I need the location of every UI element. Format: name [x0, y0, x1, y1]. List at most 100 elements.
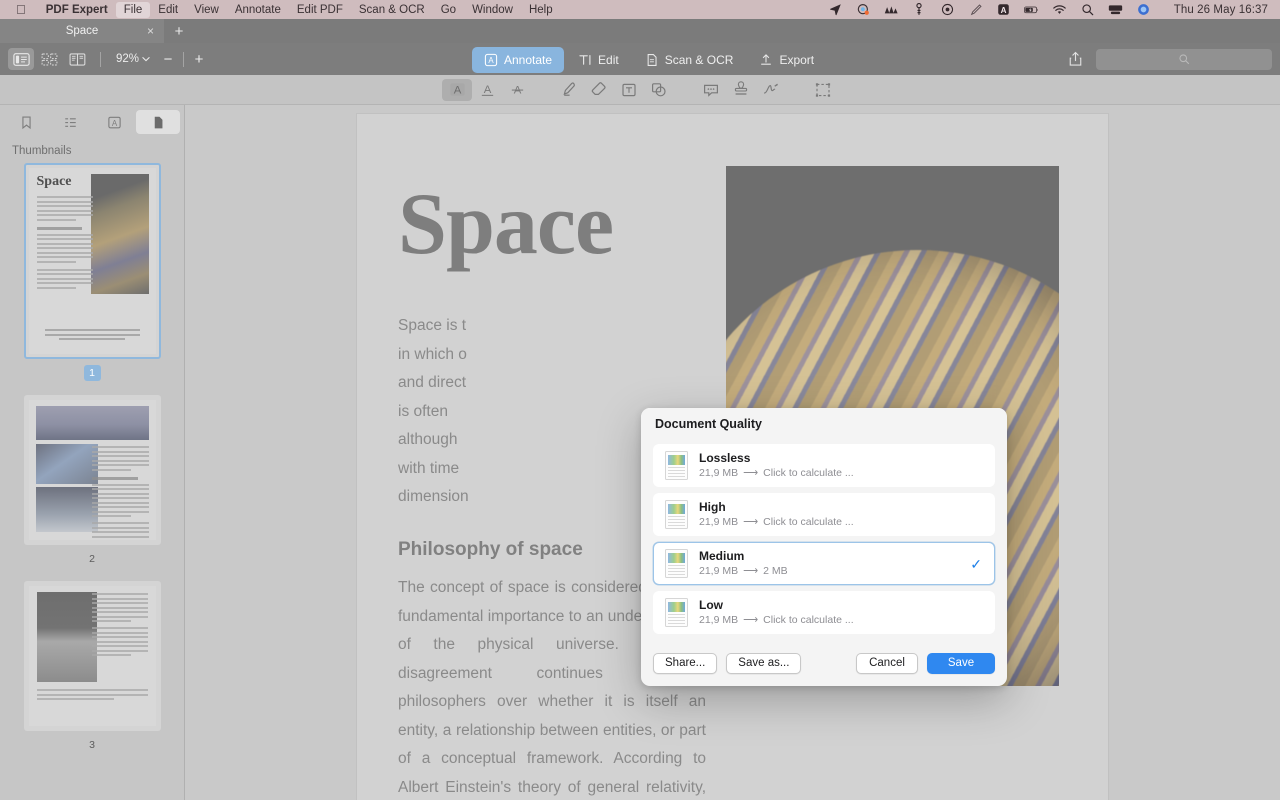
menu-item-scan-ocr[interactable]: Scan & OCR: [351, 2, 433, 18]
sidebar-item-bookmarks[interactable]: [4, 110, 48, 134]
export-icon: [759, 53, 773, 67]
highlight-text-icon[interactable]: A: [442, 78, 472, 101]
intro-line: and direct: [398, 374, 467, 391]
document-canvas[interactable]: Space Space is t in which o and direct i…: [185, 105, 1280, 800]
mode-tab-scan-ocr[interactable]: Scan & OCR: [633, 47, 746, 73]
page-thumbnail-3[interactable]: [23, 581, 161, 731]
list-item[interactable]: Space 1: [0, 163, 184, 391]
sidebar-toggle-icon[interactable]: [8, 48, 34, 70]
sidebar-item-outline[interactable]: [48, 110, 92, 134]
mode-tab-label: Export: [779, 53, 815, 67]
quality-option-text: Lossless 21,9 MB ⟶ Click to calculate ..…: [699, 451, 854, 480]
list-item[interactable]: 2: [0, 395, 184, 577]
cancel-button[interactable]: Cancel: [856, 652, 918, 674]
quality-option-lossless[interactable]: Lossless 21,9 MB ⟶ Click to calculate ..…: [653, 444, 995, 487]
intro-line: in which o: [398, 345, 467, 363]
split-view-icon[interactable]: [64, 48, 90, 70]
underline-text-icon[interactable]: A: [472, 79, 502, 101]
stamp-icon[interactable]: [726, 79, 756, 101]
letter-a-icon[interactable]: A: [996, 2, 1011, 17]
page-thumbnail-2[interactable]: [23, 395, 161, 545]
shapes-icon[interactable]: [644, 79, 674, 101]
thumbnail-grid-icon[interactable]: [36, 48, 62, 70]
pen-icon[interactable]: [968, 2, 983, 17]
search-input[interactable]: [1096, 48, 1272, 70]
size-to[interactable]: Click to calculate ...: [763, 466, 853, 480]
menu-item-pdf-expert[interactable]: PDF Expert: [38, 2, 116, 18]
menu-item-annotate[interactable]: Annotate: [227, 2, 289, 18]
document-scan-icon: [645, 53, 659, 67]
mountains-icon[interactable]: [884, 2, 899, 17]
size-to[interactable]: Click to calculate ...: [763, 613, 853, 627]
document-tab-space[interactable]: Space ×: [0, 19, 164, 43]
menu-item-view[interactable]: View: [186, 2, 227, 18]
apple-menu-icon[interactable]: : [16, 3, 26, 16]
zoom-level-dropdown[interactable]: 92%: [111, 51, 155, 67]
annotation-toolbar: A A A: [0, 75, 1280, 105]
sidebar-item-thumbnails[interactable]: [136, 110, 180, 134]
mode-tab-edit[interactable]: Edit: [566, 47, 631, 73]
siri-icon[interactable]: [1136, 2, 1151, 17]
key-icon[interactable]: [912, 2, 927, 17]
mode-tab-export[interactable]: Export: [747, 47, 826, 73]
zoom-in-button[interactable]: +: [188, 48, 210, 70]
thumbnail-title: Space: [36, 174, 72, 189]
marker-pen-icon[interactable]: [554, 79, 584, 101]
size-to[interactable]: Click to calculate ...: [763, 515, 853, 529]
thumbnail-text-column: [91, 593, 148, 659]
page-number-badge: 3: [89, 739, 95, 751]
menu-item-go[interactable]: Go: [433, 2, 464, 18]
quality-option-low[interactable]: Low 21,9 MB ⟶ Click to calculate ...: [653, 591, 995, 634]
text-box-icon[interactable]: [614, 79, 644, 101]
strikethrough-text-icon[interactable]: A: [502, 79, 532, 101]
comment-icon[interactable]: [696, 79, 726, 101]
insert-group: [696, 79, 786, 101]
size-from: 21,9 MB: [699, 467, 739, 479]
share-icon[interactable]: [1062, 48, 1088, 70]
wifi-icon[interactable]: [1052, 2, 1067, 17]
record-icon[interactable]: [940, 2, 955, 17]
mode-tab-annotate[interactable]: A Annotate: [472, 47, 565, 73]
menu-item-edit-pdf[interactable]: Edit PDF: [289, 2, 351, 18]
thumbnail-planet-image: [90, 174, 149, 294]
quality-option-medium[interactable]: Medium 21,9 MB ⟶ 2 MB ✓: [653, 542, 995, 585]
battery-icon[interactable]: [1023, 2, 1039, 17]
signature-icon[interactable]: [756, 79, 786, 101]
sidebar-tabs: A: [0, 105, 184, 139]
menu-item-help[interactable]: Help: [521, 2, 561, 18]
menubar-clock[interactable]: Thu 26 May 16:37: [1174, 4, 1268, 16]
colorful-circle-icon[interactable]: [856, 2, 871, 17]
menu-item-window[interactable]: Window: [464, 2, 521, 18]
new-tab-button[interactable]: +: [164, 19, 194, 43]
main-toolbar: 92% − + A Annotate Edit Scan & OCR Expor…: [0, 43, 1280, 75]
list-item[interactable]: 3: [0, 581, 184, 763]
quality-option-high[interactable]: High 21,9 MB ⟶ Click to calculate ...: [653, 493, 995, 536]
sidebar-title: Thumbnails: [12, 145, 72, 157]
thumbnail-caption: [44, 329, 140, 340]
close-icon[interactable]: ×: [147, 25, 154, 37]
page-thumbnail-1[interactable]: Space: [23, 163, 161, 359]
drawing-group: [554, 79, 674, 101]
application-window:  PDF Expert File Edit View Annotate Edi…: [0, 0, 1280, 800]
save-as-button[interactable]: Save as...: [726, 652, 802, 674]
thumbnail-art: [28, 400, 156, 540]
location-arrow-icon[interactable]: [828, 2, 843, 17]
sidebar-item-annotations[interactable]: A: [92, 110, 136, 134]
quality-name: Low: [699, 598, 723, 612]
search-icon[interactable]: [1080, 2, 1095, 17]
save-button[interactable]: Save: [927, 652, 995, 674]
eraser-icon[interactable]: [584, 79, 614, 101]
menu-item-edit[interactable]: Edit: [150, 2, 186, 18]
text-markup-group: A A A: [442, 78, 532, 101]
checkmark-icon: ✓: [970, 555, 982, 572]
thumbnail-text-column: [36, 196, 93, 291]
display-icon[interactable]: [1108, 2, 1123, 17]
share-button[interactable]: Share...: [653, 652, 718, 674]
arrow-icon: ⟶: [743, 516, 759, 528]
thumbnail-clouds-image: [35, 487, 98, 532]
zoom-out-button[interactable]: −: [157, 48, 179, 70]
page-number-badge: 2: [89, 553, 95, 565]
menu-item-file[interactable]: File: [115, 1, 151, 18]
tab-bar: Space × +: [0, 19, 1280, 43]
select-area-icon[interactable]: [808, 79, 838, 101]
